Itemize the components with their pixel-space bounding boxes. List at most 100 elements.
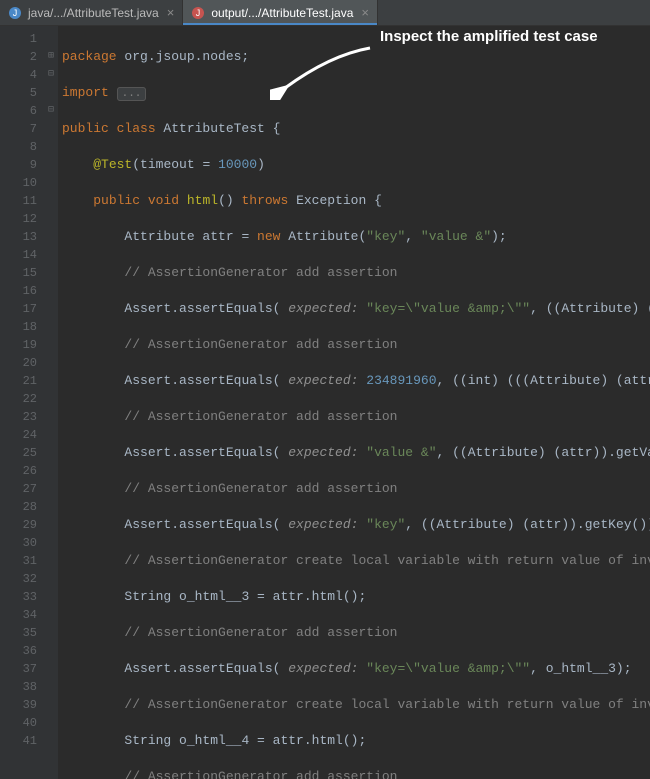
line-number: 32 — [0, 570, 37, 588]
fold-marker — [44, 372, 58, 390]
line-number: 35 — [0, 624, 37, 642]
java-file-icon: J — [191, 6, 205, 20]
comment: // AssertionGenerator add assertion — [124, 265, 397, 280]
fold-marker — [44, 282, 58, 300]
line-number: 40 — [0, 714, 37, 732]
fold-marker — [44, 138, 58, 156]
line-number: 41 — [0, 732, 37, 750]
folded-imports[interactable]: ... — [117, 87, 147, 101]
line-number: 36 — [0, 642, 37, 660]
line-number: 14 — [0, 246, 37, 264]
fold-marker — [44, 678, 58, 696]
fold-marker — [44, 390, 58, 408]
line-number: 13 — [0, 228, 37, 246]
line-number: 7 — [0, 120, 37, 138]
fold-marker — [44, 624, 58, 642]
fold-marker — [44, 318, 58, 336]
line-number: 19 — [0, 336, 37, 354]
line-number: 28 — [0, 498, 37, 516]
line-number: 5 — [0, 84, 37, 102]
fold-marker — [44, 264, 58, 282]
svg-text:J: J — [196, 8, 201, 18]
java-file-icon: J — [8, 6, 22, 20]
line-number: 22 — [0, 390, 37, 408]
fold-marker — [44, 696, 58, 714]
fold-marker — [44, 444, 58, 462]
line-number: 34 — [0, 606, 37, 624]
fold-marker — [44, 192, 58, 210]
fold-marker — [44, 498, 58, 516]
svg-text:J: J — [13, 8, 18, 18]
fold-marker[interactable]: ⊟ — [44, 102, 58, 120]
fold-marker — [44, 300, 58, 318]
line-number: 23 — [0, 408, 37, 426]
line-number: 38 — [0, 678, 37, 696]
fold-marker — [44, 732, 58, 750]
keyword: package — [62, 49, 117, 64]
tab-attributetest-java[interactable]: J java/.../AttributeTest.java × — [0, 0, 183, 25]
class-name: AttributeTest { — [163, 121, 280, 136]
tab-output-attributetest-java[interactable]: J output/.../AttributeTest.java × — [183, 0, 378, 25]
fold-marker — [44, 660, 58, 678]
fold-marker — [44, 426, 58, 444]
line-number: 20 — [0, 354, 37, 372]
fold-column: ⊞⊟⊟ — [44, 26, 58, 779]
line-number: 30 — [0, 534, 37, 552]
line-number: 2 — [0, 48, 37, 66]
fold-marker — [44, 156, 58, 174]
tab-bar: J java/.../AttributeTest.java × J output… — [0, 0, 650, 26]
fold-marker — [44, 246, 58, 264]
code-area[interactable]: package org.jsoup.nodes; import ... publ… — [58, 26, 650, 779]
fold-marker — [44, 30, 58, 48]
fold-marker — [44, 408, 58, 426]
fold-marker — [44, 120, 58, 138]
fold-marker — [44, 534, 58, 552]
line-number: 37 — [0, 660, 37, 678]
line-number: 10 — [0, 174, 37, 192]
tab-label: java/.../AttributeTest.java — [28, 6, 159, 20]
fold-marker[interactable]: ⊟ — [44, 66, 58, 84]
annotation: @Test — [93, 157, 132, 172]
fold-marker — [44, 210, 58, 228]
fold-marker — [44, 588, 58, 606]
line-number: 31 — [0, 552, 37, 570]
fold-marker — [44, 516, 58, 534]
line-number: 29 — [0, 516, 37, 534]
line-number: 21 — [0, 372, 37, 390]
tab-label: output/.../AttributeTest.java — [211, 6, 353, 20]
fold-marker — [44, 174, 58, 192]
method-name: html — [187, 193, 218, 208]
editor: 1245678910111213141516171819202122232425… — [0, 26, 650, 779]
line-number: 25 — [0, 444, 37, 462]
line-number: 6 — [0, 102, 37, 120]
fold-marker — [44, 84, 58, 102]
fold-marker — [44, 642, 58, 660]
fold-marker — [44, 606, 58, 624]
line-number: 9 — [0, 156, 37, 174]
line-number: 33 — [0, 588, 37, 606]
fold-marker[interactable]: ⊞ — [44, 48, 58, 66]
line-number: 17 — [0, 300, 37, 318]
keyword: public — [62, 121, 117, 136]
line-number: 12 — [0, 210, 37, 228]
line-number: 26 — [0, 462, 37, 480]
fold-marker — [44, 714, 58, 732]
line-number: 18 — [0, 318, 37, 336]
line-number: 8 — [0, 138, 37, 156]
line-number: 11 — [0, 192, 37, 210]
close-icon[interactable]: × — [165, 5, 175, 20]
fold-marker — [44, 480, 58, 498]
line-number: 24 — [0, 426, 37, 444]
line-number: 39 — [0, 696, 37, 714]
line-number: 27 — [0, 480, 37, 498]
fold-marker — [44, 336, 58, 354]
line-number-gutter: 1245678910111213141516171819202122232425… — [0, 26, 44, 779]
number: 10000 — [218, 157, 257, 172]
line-number: 15 — [0, 264, 37, 282]
fold-marker — [44, 552, 58, 570]
close-icon[interactable]: × — [359, 5, 369, 20]
comment: // AssertionGenerator create local varia… — [124, 553, 650, 568]
fold-marker — [44, 354, 58, 372]
fold-marker — [44, 228, 58, 246]
keyword: import — [62, 85, 117, 100]
